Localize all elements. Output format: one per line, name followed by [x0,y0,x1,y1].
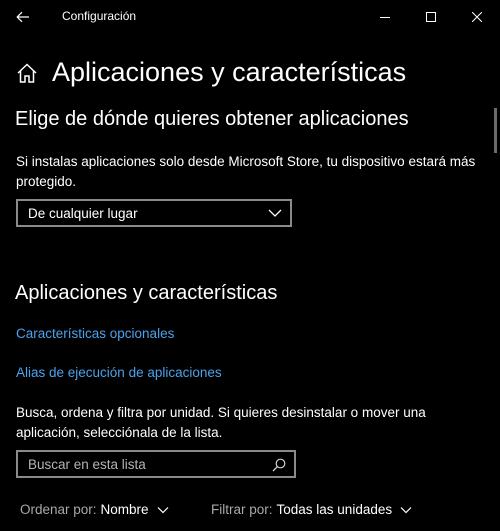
app-execution-aliases-link[interactable]: Alias de ejecución de aplicaciones [16,365,222,380]
apps-description: Busca, ordena y filtra por unidad. Si qu… [16,405,426,440]
chevron-down-icon [157,506,168,513]
back-button[interactable] [8,4,38,30]
optional-features-link[interactable]: Características opcionales [16,326,174,341]
filter-value: Todas las unidades [276,502,393,517]
sort-value: Nombre [100,502,149,517]
search-placeholder: Buscar en esta lista [28,457,146,472]
chevron-down-icon [400,506,412,513]
source-description: Si instalas aplicaciones solo desde Micr… [16,154,476,189]
scrollbar[interactable] [494,108,497,153]
filter-dropdown[interactable]: Filtrar por: Todas las unidades [211,502,412,517]
maximize-button[interactable] [408,0,454,33]
app-source-dropdown[interactable]: De cualquier lugar [16,199,292,227]
back-arrow-icon [16,11,29,23]
page-title: Aplicaciones y características [52,57,407,87]
sort-dropdown[interactable]: Ordenar por: Nombre [20,502,169,517]
search-icon [272,458,286,472]
search-input[interactable]: Buscar en esta lista [16,450,296,478]
maximize-icon [426,11,436,22]
section-heading-source: Elige de dónde quieres obtener aplicacio… [15,108,409,130]
chevron-down-icon [268,209,282,217]
close-icon [472,11,482,22]
minimize-button[interactable] [362,0,408,33]
filter-label: Filtrar por: [211,502,273,517]
section-heading-apps: Aplicaciones y características [15,282,278,304]
window-title: Configuración [62,9,137,23]
minimize-icon [380,16,390,18]
title-bar: Configuración [0,0,500,33]
close-button[interactable] [454,0,500,33]
home-icon[interactable] [16,62,38,84]
sort-label: Ordenar por: [20,502,97,517]
dropdown-selected-value: De cualquier lugar [28,206,138,221]
